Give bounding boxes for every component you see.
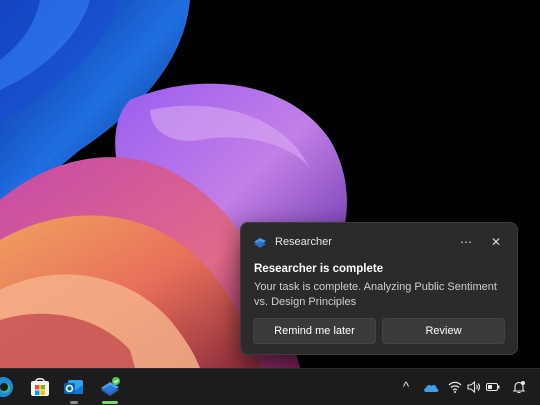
onedrive-icon[interactable] [423,380,439,394]
notification-toast[interactable]: Researcher ⋯ ✕ Researcher is complete Yo… [240,222,518,355]
chevron-up-icon[interactable]: ^ [399,380,413,394]
review-button[interactable]: Review [382,318,505,344]
notification-actions: Remind me later Review [253,318,505,344]
notification-app-name: Researcher [275,236,332,248]
remind-me-later-button[interactable]: Remind me later [253,318,376,344]
researcher-app-icon [253,235,267,249]
volume-icon[interactable] [467,380,481,394]
taskbar: ^ [0,368,540,405]
outlook-icon[interactable] [63,376,85,398]
edge-icon[interactable] [0,376,14,398]
researcher-copilot-icon[interactable] [99,376,121,398]
store-icon[interactable] [29,376,51,398]
close-button[interactable]: ✕ [485,233,507,251]
more-options-button[interactable]: ⋯ [455,233,477,251]
wifi-icon[interactable] [448,380,462,394]
battery-icon[interactable] [486,380,500,394]
notification-body: Your task is complete. Analyzing Public … [254,281,497,308]
notification-title: Researcher is complete [254,263,384,275]
notification-bell-icon[interactable] [512,380,526,394]
notification-header: Researcher ⋯ ✕ [253,234,507,250]
researcher-active-indicator [102,401,118,404]
outlook-running-indicator [70,401,78,404]
